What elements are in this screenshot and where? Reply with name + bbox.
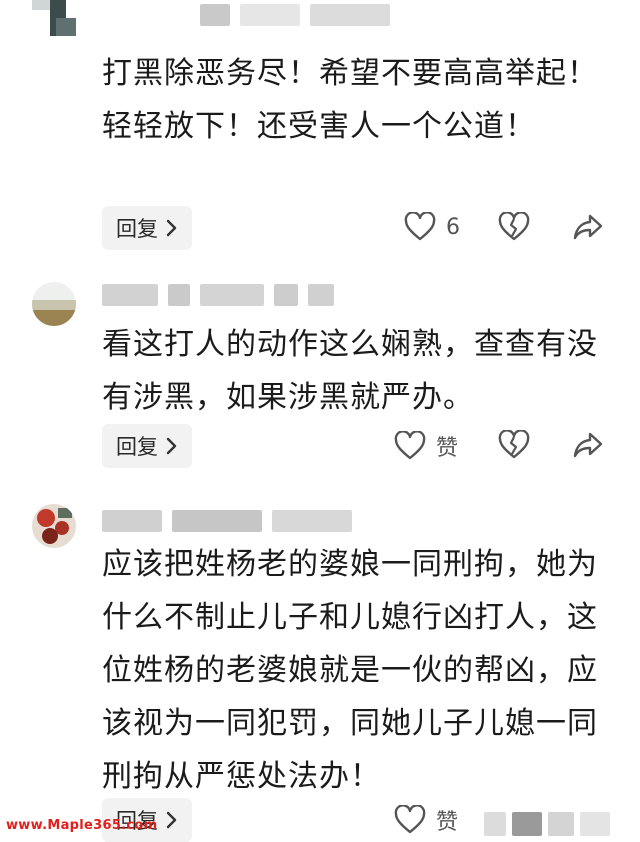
chevron-right-icon (166, 811, 178, 829)
avatar[interactable] (32, 0, 76, 38)
username-blurred (200, 4, 390, 26)
avatar-image (32, 282, 76, 326)
share-button[interactable] (572, 212, 604, 242)
share-arrow-icon (572, 212, 604, 242)
reply-label: 回复 (116, 435, 158, 459)
chevron-right-icon (166, 219, 178, 237)
comment-text: 看这打人的动作这么娴熟，查查有没有涉黑，如果涉黑就严办。 (102, 327, 598, 415)
watermark-text: www.Maple365.com (6, 818, 158, 833)
like-count: 6 (446, 214, 460, 240)
heart-outline-icon (394, 431, 426, 461)
dislike-button[interactable] (498, 212, 530, 242)
avatar-image (32, 0, 76, 38)
avatar[interactable] (32, 504, 76, 548)
like-button[interactable]: 6 (404, 212, 460, 242)
like-button[interactable]: 赞 (394, 430, 458, 462)
like-count: 赞 (436, 810, 459, 835)
bottom-right-blur (484, 812, 610, 836)
like-count: 赞 (436, 436, 459, 461)
broken-heart-icon (498, 212, 530, 242)
comment-text: 应该把姓杨老的婆娘一同刑拘，她为什么不制止儿子和儿媳行凶打人，这位姓杨的老婆娘就… (102, 547, 598, 794)
reply-button[interactable]: 回复 (102, 206, 192, 250)
reply-label: 回复 (116, 217, 158, 241)
share-button[interactable] (572, 430, 604, 460)
share-arrow-icon (572, 430, 604, 460)
broken-heart-icon (498, 430, 530, 460)
username-blurred (102, 510, 352, 532)
heart-outline-icon (394, 805, 426, 835)
username-blurred (102, 284, 334, 306)
avatar[interactable] (32, 282, 76, 326)
chevron-right-icon (166, 437, 178, 455)
comment-text: 打黑除恶务尽！希望不要高高举起！轻轻放下！还受害人一个公道！ (102, 56, 598, 144)
like-button[interactable]: 赞 (394, 804, 458, 836)
avatar-image (32, 504, 76, 548)
reply-button[interactable]: 回复 (102, 424, 192, 468)
heart-outline-icon (404, 212, 436, 242)
dislike-button[interactable] (498, 430, 530, 460)
